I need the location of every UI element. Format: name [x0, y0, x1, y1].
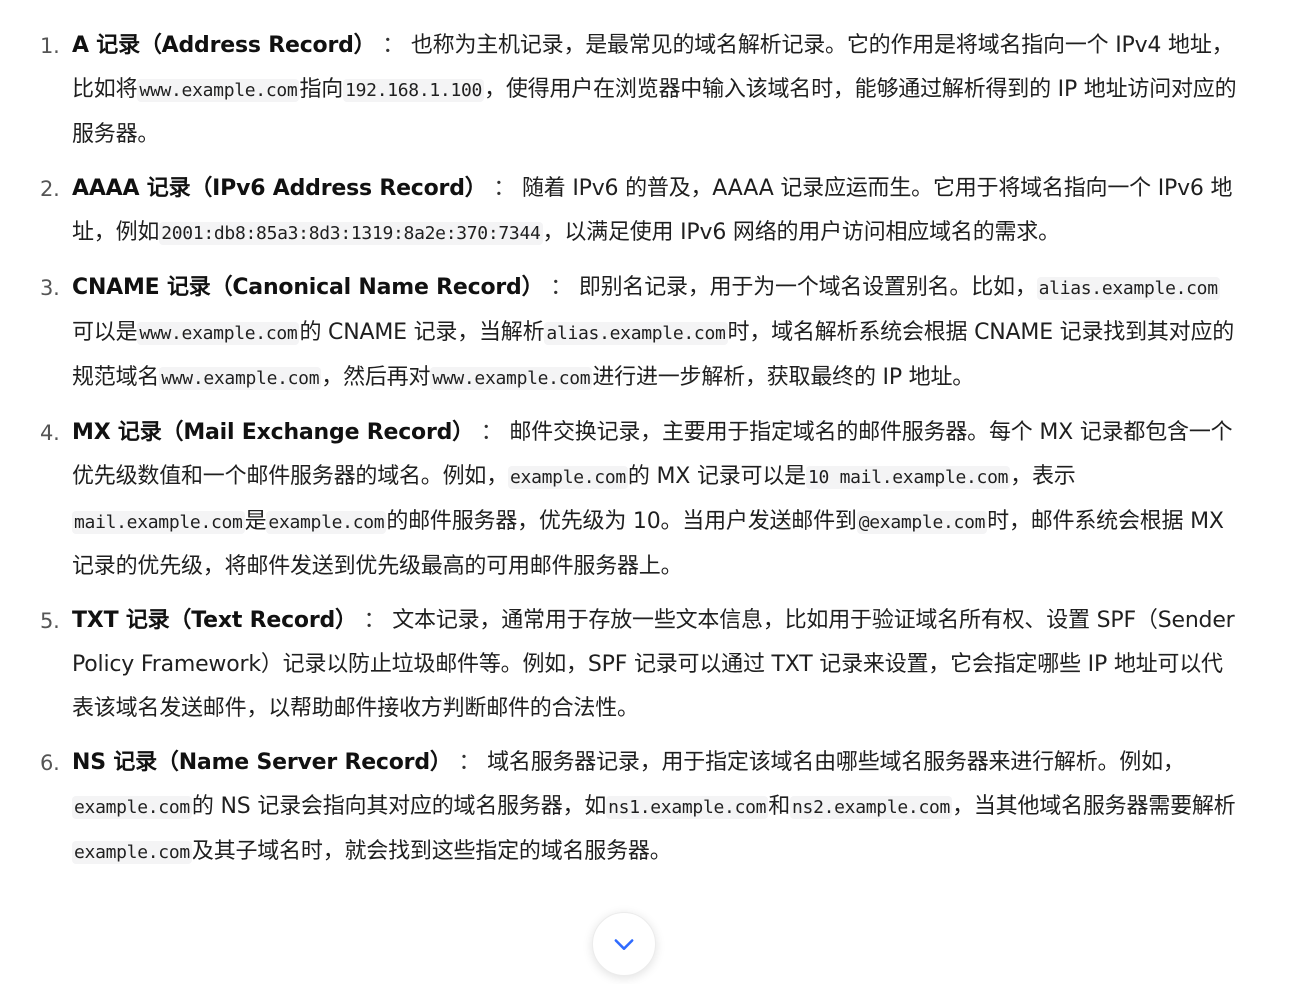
description-text: 的 NS 记录会指向其对应的域名服务器，如 [191, 794, 607, 819]
list-number: 1. [40, 34, 60, 58]
list-item: 5. TXT 记录（Text Record） ： 文本记录，通常用于存放一些文本… [0, 599, 1240, 731]
list-number: 4. [40, 421, 60, 445]
description-text: ，以满足使用 IPv6 网络的用户访问相应域名的需求。 [542, 220, 1061, 245]
list-number: 3. [40, 276, 60, 300]
description-text: ，表示 [1010, 464, 1076, 489]
description-text: ，然后再对 [321, 365, 431, 390]
term-colon: ： [480, 420, 503, 445]
list-item: 6. NS 记录（Name Server Record） ： 域名服务器记录，用… [0, 741, 1240, 875]
list-item: 4. MX 记录（Mail Exchange Record） ： 邮件交换记录，… [0, 411, 1240, 589]
inline-code: @example.com [856, 511, 988, 534]
inline-code: example.com [72, 796, 192, 819]
term-colon: ： [382, 33, 405, 58]
list-number: 6. [40, 751, 60, 775]
inline-code: 192.168.1.100 [343, 79, 485, 102]
inline-code: alias.example.com [1036, 277, 1220, 300]
inline-code: 2001:db8:85a3:8d3:1319:8a2e:370:7344 [159, 222, 543, 245]
record-term: TXT 记录（Text Record） [72, 608, 357, 633]
inline-code: www.example.com [159, 367, 322, 390]
term-colon: ： [550, 275, 573, 300]
inline-code: example.com [72, 841, 192, 864]
list-item: 3. CNAME 记录（Canonical Name Record） ： 即别名… [0, 266, 1240, 401]
inline-code: www.example.com [137, 322, 300, 345]
inline-code: ns2.example.com [790, 796, 953, 819]
inline-code: example.com [266, 511, 387, 534]
scroll-to-bottom-button[interactable] [592, 912, 656, 976]
list-item: 2. AAAA 记录（IPv6 Address Record） ： 随着 IPv… [0, 167, 1240, 256]
inline-code: example.com [508, 466, 628, 489]
description-text: 即别名记录，用于为一个域名设置别名。比如， [578, 275, 1037, 300]
inline-code: www.example.com [430, 367, 593, 390]
list-number: 2. [40, 177, 60, 201]
description-text: 的 CNAME 记录，当解析 [299, 320, 545, 345]
chevron-down-icon [610, 930, 638, 958]
description-text: 的 MX 记录可以是 [627, 464, 806, 489]
record-term: MX 记录（Mail Exchange Record） [72, 420, 474, 445]
description-text: 域名服务器记录，用于指定该域名由哪些域名服务器来进行解析。例如， [487, 750, 1185, 775]
inline-code: alias.example.com [544, 322, 728, 345]
description-text: 指向 [299, 77, 344, 102]
description-text: 及其子域名时，就会找到这些指定的域名服务器。 [191, 839, 672, 864]
term-colon: ： [458, 750, 481, 775]
inline-code: 10 mail.example.com [805, 466, 1011, 489]
record-term: CNAME 记录（Canonical Name Record） [72, 275, 544, 300]
term-colon: ： [493, 176, 516, 201]
record-term: AAAA 记录（IPv6 Address Record） [72, 176, 487, 201]
description-text: 的邮件服务器，优先级为 10。当用户发送邮件到 [386, 509, 857, 534]
description-text: 和 [768, 794, 790, 819]
description-text: ，当其他域名服务器需要解析 [952, 794, 1236, 819]
record-term: NS 记录（Name Server Record） [72, 750, 452, 775]
record-term: A 记录（Address Record） [72, 33, 376, 58]
inline-code: mail.example.com [72, 511, 245, 534]
inline-code: www.example.com [137, 79, 300, 102]
list-item: 1. A 记录（Address Record） ： 也称为主机记录，是最常见的域… [0, 24, 1240, 157]
inline-code: ns1.example.com [606, 796, 769, 819]
description-text: 可以是 [72, 320, 138, 345]
description-text: 进行进一步解析，获取最终的 IP 地址。 [592, 365, 975, 390]
dns-record-list: 1. A 记录（Address Record） ： 也称为主机记录，是最常见的域… [0, 24, 1240, 885]
description-text: 是 [244, 509, 267, 534]
term-colon: ： [363, 608, 386, 633]
list-number: 5. [40, 609, 60, 633]
